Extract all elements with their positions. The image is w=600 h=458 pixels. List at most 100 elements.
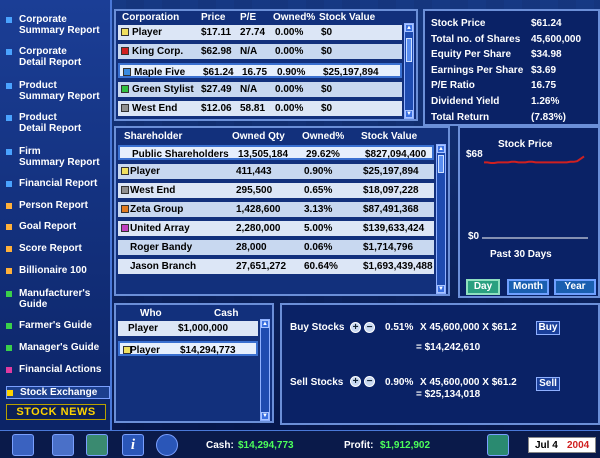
col-who: Who (140, 308, 162, 319)
buy-decrease-icon[interactable]: − (364, 322, 375, 333)
shareholder-name: Roger Bandy (130, 242, 193, 253)
table-row[interactable]: Player $17.11 27.74 0.00% $0 (118, 25, 402, 40)
bullet-icon (6, 181, 12, 187)
corp-scrollbar[interactable]: ▲ ▼ (404, 23, 414, 119)
scroll-down-icon[interactable]: ▼ (405, 110, 413, 118)
price-cell: $62.98 (201, 46, 232, 57)
buy-formula: X 45,600,000 X $61.2 (420, 322, 517, 333)
table-row[interactable]: Player 411,443 0.90% $25,197,894 (118, 164, 434, 179)
scroll-down-icon[interactable]: ▼ (437, 285, 445, 293)
sidebar-item-4[interactable]: Firm Summary Report (6, 146, 110, 168)
qty-cell: 28,000 (236, 242, 267, 253)
sidebar-item-6[interactable]: Person Report (6, 200, 110, 211)
cash-scrollbar[interactable]: ▲ ▼ (260, 319, 270, 421)
color-swatch (121, 224, 129, 232)
stat-value: $3.69 (531, 64, 557, 76)
scroll-up-icon[interactable]: ▲ (437, 145, 445, 153)
table-row[interactable]: Player $1,000,000 (118, 321, 258, 336)
day-button[interactable]: Day (466, 279, 500, 295)
stock-news-button[interactable]: STOCK NEWS (6, 404, 106, 420)
stat-value: (7.83%) (531, 111, 567, 123)
corporation-name: King Corp. (132, 46, 184, 57)
stat-label: Dividend Yield (431, 96, 500, 107)
year-button[interactable]: Year (554, 279, 596, 295)
info-icon[interactable]: i (122, 434, 144, 456)
bullet-icon (6, 246, 12, 252)
tools-icon[interactable] (12, 434, 34, 456)
pe-cell: N/A (240, 84, 258, 95)
sell-result: = $25,134,018 (416, 389, 481, 400)
sidebar-item-label: Corporate Summary Report (19, 14, 100, 36)
pe-cell: 27.74 (240, 27, 266, 38)
year-text: 2004 (567, 440, 590, 451)
bullet-icon (6, 323, 12, 329)
table-row[interactable]: King Corp. $62.98 N/A 0.00% $0 (118, 44, 402, 59)
table-row[interactable]: Jason Branch 27,651,272 60.64% $1,693,439,4… (118, 259, 434, 274)
scroll-up-icon[interactable]: ▲ (405, 24, 413, 32)
sidebar-item-10[interactable]: Manufacturer's Guide (6, 288, 110, 310)
stock-value-cell: $0 (321, 84, 333, 95)
table-row[interactable]: Roger Bandy 28,000 0.06% $1,714,796 (118, 240, 434, 255)
table-row[interactable]: Public Shareholders 13,505,184 29.62% $827,… (118, 145, 434, 160)
color-swatch (121, 167, 129, 175)
color-swatch (121, 186, 129, 194)
sidebar-item-5[interactable]: Financial Report (6, 178, 110, 189)
sidebar-item-7[interactable]: Goal Report (6, 221, 110, 232)
table-row[interactable]: West End 295,500 0.65% $18,097,228 (118, 183, 434, 198)
sidebar-item-2[interactable]: Product Summary Report (6, 80, 110, 102)
buy-increase-icon[interactable]: + (350, 322, 361, 333)
map-icon[interactable] (52, 434, 74, 456)
scroll-thumb[interactable] (438, 155, 444, 173)
bullet-icon (7, 390, 13, 396)
profit-label: Profit: (344, 440, 374, 451)
price-cell: $61.24 (203, 67, 234, 78)
table-row[interactable]: Maple Five $61.24 16.75 0.90% $25,197,894 (118, 63, 402, 78)
month-button[interactable]: Month (507, 279, 549, 295)
owned-cell: 29.62% (306, 149, 340, 160)
bullet-icon (6, 49, 12, 55)
corporation-table: Corporation Price P/E Owned% Stock Value… (114, 9, 418, 121)
sidebar-item-label: Product Summary Report (19, 80, 100, 102)
scroll-down-icon[interactable]: ▼ (261, 412, 269, 420)
table-row[interactable]: United Array 2,280,000 5.00% $139,633,424 (118, 221, 434, 236)
sidebar-item-9[interactable]: Billionaire 100 (6, 265, 110, 276)
sidebar-item-13[interactable]: Financial Actions (6, 364, 110, 375)
price-cell: $12.06 (201, 103, 232, 114)
sidebar-item-label: Financial Report (19, 178, 98, 189)
table-row[interactable]: Green Stylist $27.49 N/A 0.00% $0 (118, 82, 402, 97)
sidebar-item-12[interactable]: Manager's Guide (6, 342, 110, 353)
col-owned-qty: Owned Qty (232, 131, 285, 142)
owned-cell: 0.90% (277, 67, 306, 78)
sell-button[interactable]: Sell (536, 377, 560, 391)
table-row[interactable]: Player $14,294,773 (118, 341, 258, 356)
table-row[interactable]: West End $12.06 58.81 0.00% $0 (118, 101, 402, 116)
stock-value-cell: $25,197,894 (363, 166, 419, 177)
sidebar-item-14[interactable]: Stock Exchange (6, 386, 110, 399)
corp-table-header: Corporation Price P/E Owned% Stock Value (116, 11, 416, 24)
sidebar-item-0[interactable]: Corporate Summary Report (6, 14, 110, 36)
qty-cell: 27,651,272 (236, 261, 287, 272)
buy-button[interactable]: Buy (536, 321, 560, 335)
col-cash: Cash (214, 308, 239, 319)
scroll-up-icon[interactable]: ▲ (261, 320, 269, 328)
stat-label: Earnings Per Share (431, 64, 524, 76)
shareholder-scrollbar[interactable]: ▲ ▼ (436, 144, 446, 294)
sidebar-item-11[interactable]: Farmer's Guide (6, 320, 110, 331)
chart-bottom-label: $0 (468, 231, 480, 242)
sell-increase-icon[interactable]: + (350, 376, 361, 387)
sidebar-item-8[interactable]: Score Report (6, 243, 110, 254)
col-shareholder: Shareholder (124, 131, 183, 142)
sidebar-item-3[interactable]: Product Detail Report (6, 112, 110, 134)
table-row[interactable]: Zeta Group 1,428,600 3.13% $87,491,368 (118, 202, 434, 217)
stock-value-cell: $1,693,439,488 (363, 261, 433, 272)
globe-icon[interactable] (86, 434, 108, 456)
bar-chart-icon[interactable] (487, 434, 509, 456)
sidebar-item-1[interactable]: Corporate Detail Report (6, 46, 110, 68)
scroll-thumb[interactable] (406, 38, 412, 62)
owned-cell: 0.00% (275, 27, 304, 38)
speaker-icon[interactable] (156, 434, 178, 456)
buy-percent: 0.51% (385, 322, 414, 333)
color-swatch (121, 28, 129, 36)
bottom-bar: i Cash: $14,294,773 Profit: $1,912,902 J… (0, 430, 600, 458)
sell-decrease-icon[interactable]: − (364, 376, 375, 387)
